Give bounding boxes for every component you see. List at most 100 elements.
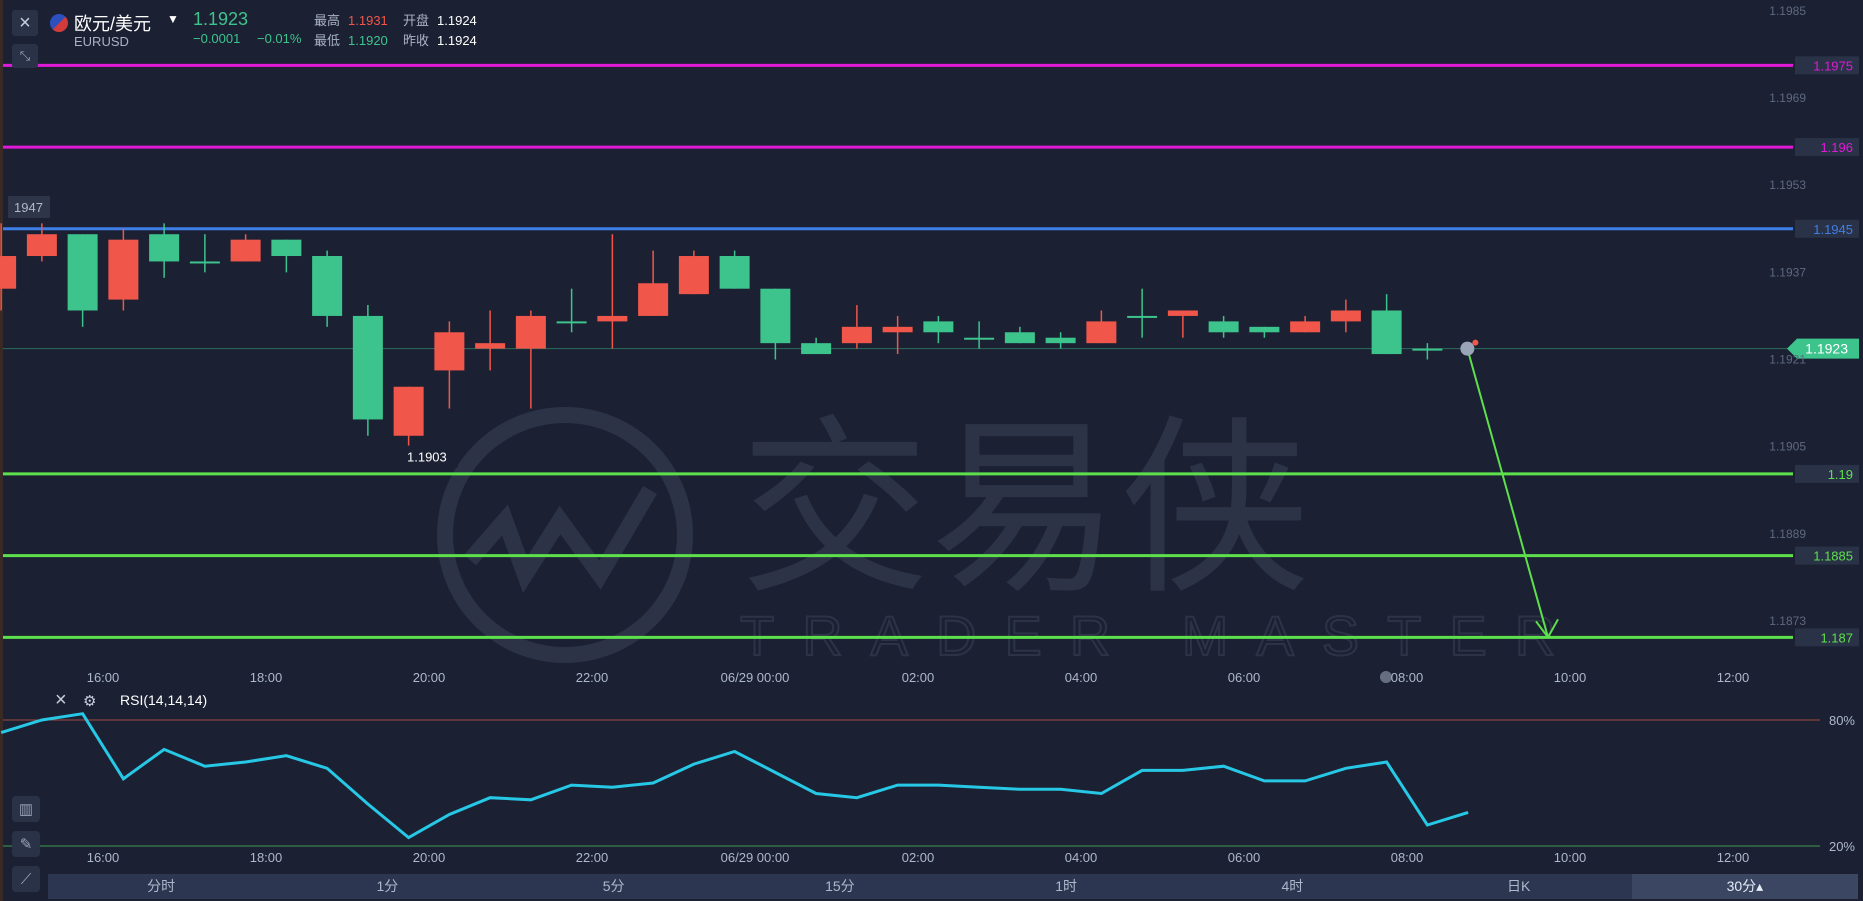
forecast-arrow-line xyxy=(1466,348,1549,638)
level-label: 1.1975 xyxy=(1813,58,1853,73)
candle-body xyxy=(0,256,17,289)
rsi-time-tick-label: 20:00 xyxy=(413,850,446,865)
candle xyxy=(1167,310,1198,338)
time-tick-label: 10:00 xyxy=(1554,670,1587,685)
price-tick-label: 1.1985 xyxy=(1769,4,1806,18)
candle-body xyxy=(108,239,139,300)
rsi-time-tick-label: 22:00 xyxy=(576,850,609,865)
timeframe-tab[interactable]: 15分 xyxy=(727,874,953,899)
candle xyxy=(352,305,383,436)
rsi-time-tick-label: 04:00 xyxy=(1065,850,1098,865)
close-icon: × xyxy=(19,11,31,34)
collapse-button[interactable]: ⤡ xyxy=(12,44,38,68)
rsi-close-button[interactable]: × xyxy=(55,690,67,710)
prev-close-stat: 昨收 1.1924 xyxy=(403,30,477,49)
indicator-tool-icon[interactable]: ▥ xyxy=(12,796,40,822)
info-marker-icon xyxy=(1460,341,1475,356)
watermark-logo-mark xyxy=(463,485,657,593)
candle xyxy=(964,321,995,349)
candle-body xyxy=(556,321,587,324)
candle-body xyxy=(352,315,383,420)
candle xyxy=(556,288,587,333)
rsi-series-line xyxy=(0,712,1469,840)
candle-body xyxy=(434,332,465,371)
candle xyxy=(923,315,954,344)
time-tick-label: 06:00 xyxy=(1228,670,1261,685)
candle xyxy=(678,250,709,295)
candle xyxy=(1004,326,1035,344)
high-label: 最高 xyxy=(314,13,341,28)
rsi-time-axis: 16:00 18:00 20:00 22:00 06/29 00:00 02:00 04:0… xyxy=(87,850,1750,865)
close-button[interactable]: × xyxy=(12,10,38,36)
watermark-cn-text: 交易侠 xyxy=(740,404,1310,616)
watermark-en-text: TRADER MASTER xyxy=(740,604,1583,667)
last-price-label: 1.1923 xyxy=(1805,341,1848,357)
candle-body xyxy=(271,239,302,257)
candle-body xyxy=(1045,337,1076,344)
time-tick-label: 02:00 xyxy=(902,670,935,685)
timeframe-tab[interactable]: 1分 xyxy=(274,874,500,899)
chevron-down-icon[interactable]: ▼ xyxy=(167,12,179,26)
rsi-time-tick-label: 12:00 xyxy=(1717,850,1750,865)
timeframe-tab[interactable]: 5分 xyxy=(501,874,727,899)
candle xyxy=(801,337,832,355)
price-tick-label: 1.1969 xyxy=(1769,91,1806,105)
price-tick-label: 1.1921 xyxy=(1769,353,1806,367)
candle xyxy=(1208,315,1239,338)
rsi-chart[interactable]: 80% 20% 16:00 18:00 20:00 22:00 06/29 00:00 02… xyxy=(0,690,1863,870)
eu-us-flag-icon xyxy=(50,14,68,32)
candle-body xyxy=(923,321,954,333)
pair-name[interactable]: 欧元/美元 xyxy=(74,10,151,36)
timeframe-tab[interactable]: 1时 xyxy=(953,874,1179,899)
rsi-level-label: 80% xyxy=(1829,713,1855,728)
time-tick-label: 06/29 00:00 xyxy=(721,670,790,685)
rsi-line xyxy=(0,712,1469,840)
low-annotation: 1.1903 xyxy=(402,445,458,468)
candle xyxy=(434,321,465,409)
alert-dot-icon xyxy=(1472,339,1479,346)
candle-body xyxy=(189,261,220,264)
timeframe-tab[interactable]: 分时 xyxy=(48,874,274,899)
timeframe-tab[interactable]: 日K xyxy=(1406,874,1632,899)
main-chart[interactable]: 交易侠 TRADER MASTER 1.1975 1.196 1.1945 1.19 1… xyxy=(0,0,1863,690)
candle xyxy=(271,239,302,273)
candle xyxy=(1330,299,1361,333)
timeframe-tab[interactable]: 4时 xyxy=(1179,874,1405,899)
level-label: 1.187 xyxy=(1820,630,1853,645)
time-tick-label: 22:00 xyxy=(576,670,609,685)
trend-tool-icon[interactable]: ⟋ xyxy=(12,866,40,892)
low-label: 最低 xyxy=(314,33,341,48)
time-tick-label: 12:00 xyxy=(1717,670,1750,685)
candle xyxy=(189,234,220,273)
candle-body xyxy=(882,326,913,333)
candle-body xyxy=(149,234,180,262)
timeframe-tab[interactable]: 30分▴ xyxy=(1631,874,1858,899)
candle-body xyxy=(1330,310,1361,322)
header: × ⤡ 欧元/美元 ▼ EURUSD 1.1923 −0.0001 −0.01%… xyxy=(0,0,700,68)
candle-body xyxy=(801,343,832,355)
candle xyxy=(1045,332,1076,349)
rsi-time-tick-label: 10:00 xyxy=(1554,850,1587,865)
candle-body xyxy=(1086,321,1117,344)
candle xyxy=(1290,315,1321,333)
current-price: 1.1923 xyxy=(193,9,249,29)
candle xyxy=(475,310,506,371)
candle-body xyxy=(1412,348,1443,351)
open-value: 1.1924 xyxy=(437,13,477,28)
rsi-time-tick-label: 06/29 00:00 xyxy=(721,850,790,865)
pencil-icon[interactable]: ✎ xyxy=(12,831,40,857)
level-label: 1.196 xyxy=(1820,140,1853,155)
candle xyxy=(1086,310,1117,344)
price-tick-label: 1.1889 xyxy=(1769,527,1806,541)
candle-body xyxy=(678,256,709,295)
candle xyxy=(1412,343,1443,360)
candle-body xyxy=(230,239,261,262)
rsi-settings-icon[interactable]: ⚙ xyxy=(83,692,96,710)
low-value: 1.1920 xyxy=(348,33,388,48)
candle-body xyxy=(964,337,995,340)
level-label: 1.19 xyxy=(1828,467,1853,482)
time-tick-label: 04:00 xyxy=(1065,670,1098,685)
candle-body xyxy=(1371,310,1402,355)
time-tick-label: 18:00 xyxy=(250,670,283,685)
time-tick-label: 16:00 xyxy=(87,670,120,685)
